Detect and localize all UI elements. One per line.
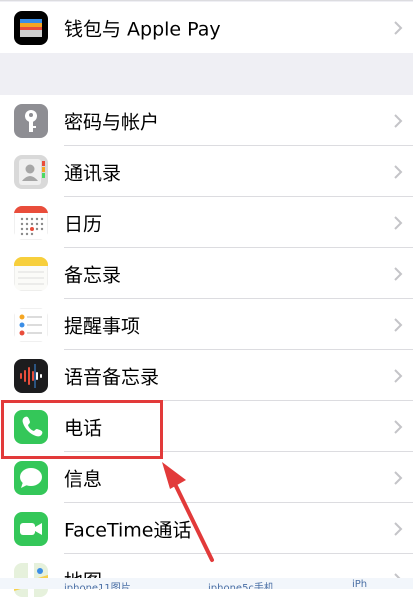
settings-row-phone[interactable]: 电话 [0, 401, 413, 452]
bottom-link[interactable]: iphone5c手机 [208, 579, 274, 589]
settings-row-calendar[interactable]: 日历 [0, 197, 413, 248]
chevron-right-icon [393, 317, 403, 333]
reminders-icon [14, 307, 48, 342]
settings-row-label: 信息 [64, 468, 103, 490]
chevron-right-icon [393, 20, 403, 36]
chevron-right-icon [393, 419, 403, 435]
settings-row-label: 钱包与 Apple Pay [64, 18, 221, 40]
bottom-link[interactable]: iphone11图片 [64, 579, 131, 589]
facetime-icon [14, 511, 48, 546]
voice-memos-icon [14, 358, 48, 393]
settings-row-label: 密码与帐户 [64, 111, 160, 133]
settings-row-label: 日历 [64, 213, 103, 235]
chevron-right-icon [393, 368, 403, 384]
settings-row-label: 备忘录 [64, 264, 122, 286]
bottom-link-strip: iphone11图片 iphone5c手机 iPh [0, 578, 413, 589]
settings-row-label: FaceTime通话 [64, 519, 192, 541]
settings-row-passwords[interactable]: 密码与帐户 [0, 95, 413, 146]
settings-row-contacts[interactable]: 通讯录 [0, 146, 413, 197]
settings-group-apps: 密码与帐户 通讯录 日历 备忘录 提醒事项 语音备忘录 电话 信息 FaceTi… [0, 95, 413, 605]
settings-row-notes[interactable]: 备忘录 [0, 248, 413, 299]
key-icon [14, 103, 48, 138]
chevron-right-icon [393, 521, 403, 537]
settings-row-label: 语音备忘录 [64, 366, 160, 388]
phone-icon [14, 409, 48, 444]
chevron-right-icon [393, 113, 403, 129]
chevron-right-icon [393, 266, 403, 282]
contacts-icon [14, 154, 48, 189]
chevron-right-icon [393, 470, 403, 486]
wallet-icon [14, 10, 48, 45]
settings-row-facetime[interactable]: FaceTime通话 [0, 503, 413, 554]
settings-row-label: 提醒事项 [64, 315, 141, 337]
settings-row-wallet[interactable]: 钱包与 Apple Pay [0, 2, 413, 53]
settings-row-label: 通讯录 [64, 162, 122, 184]
settings-row-label: 电话 [64, 417, 103, 439]
notes-icon [14, 256, 48, 291]
settings-row-messages[interactable]: 信息 [0, 452, 413, 503]
chevron-right-icon [393, 215, 403, 231]
calendar-icon [14, 205, 48, 240]
bottom-link[interactable]: iPh [352, 579, 367, 589]
settings-row-voice-memos[interactable]: 语音备忘录 [0, 350, 413, 401]
settings-row-reminders[interactable]: 提醒事项 [0, 299, 413, 350]
chevron-right-icon [393, 164, 403, 180]
messages-icon [14, 460, 48, 495]
top-divider [0, 0, 413, 1]
settings-group-wallet: 钱包与 Apple Pay [0, 2, 413, 53]
